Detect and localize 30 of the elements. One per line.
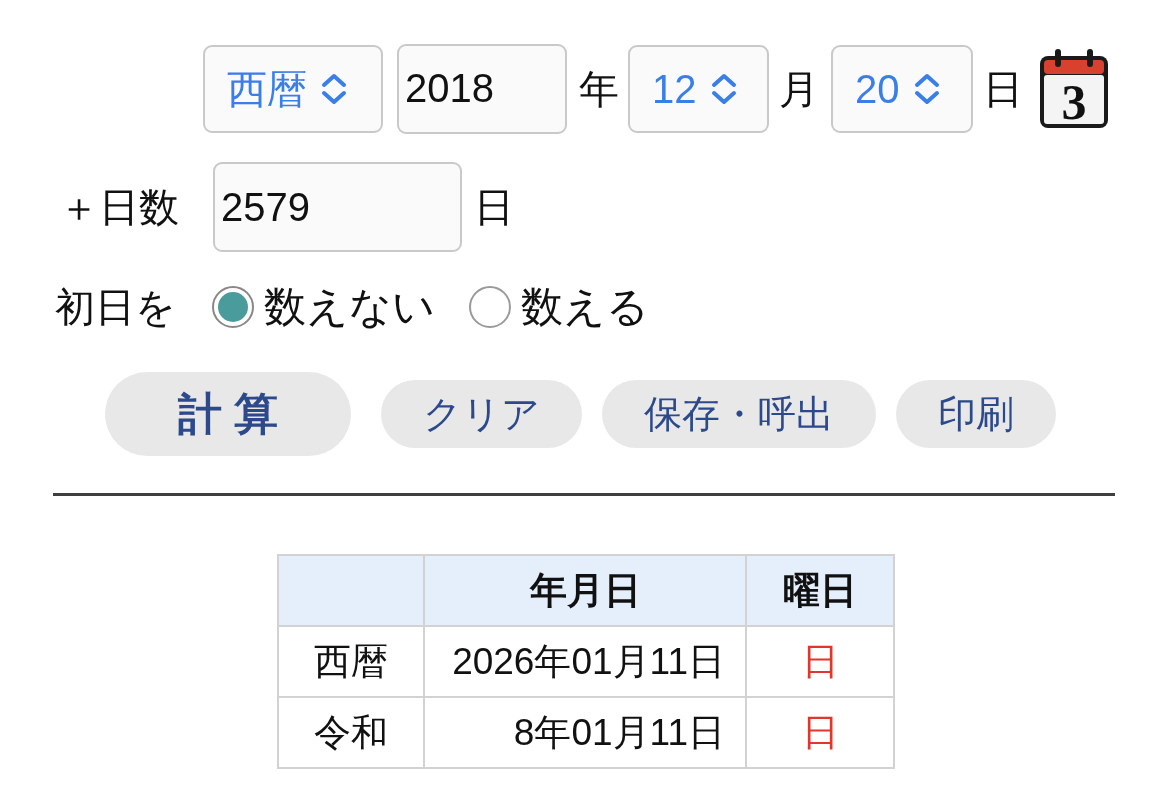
day-select[interactable]: 20	[831, 44, 973, 133]
column-header: 年月日	[424, 555, 746, 626]
year-unit-label: 年	[579, 68, 619, 109]
month-select[interactable]: 12	[628, 44, 769, 133]
weekday-cell: 日	[746, 626, 894, 697]
action-button[interactable]: 保存・呼出	[602, 380, 877, 448]
radio-button[interactable]	[469, 286, 511, 328]
chevron-icon	[321, 72, 347, 105]
chevron-icon	[913, 72, 940, 105]
era-cell: 令和	[278, 697, 424, 768]
days-unit-label: 日	[474, 187, 514, 227]
days-input[interactable]: 2579	[213, 162, 462, 252]
days-label: ＋日数	[59, 187, 179, 227]
radio-label[interactable]: 数えない	[264, 286, 435, 328]
day-unit-label: 日	[983, 68, 1023, 109]
column-header: 曜日	[746, 555, 894, 626]
calculate-button[interactable]: 計 算	[105, 372, 352, 456]
action-button[interactable]: 印刷	[896, 380, 1057, 448]
radio-button[interactable]	[212, 286, 254, 328]
era-cell: 西暦	[278, 626, 424, 697]
action-button[interactable]: クリア	[381, 380, 583, 448]
radio-label[interactable]: 数える	[521, 286, 649, 328]
chevron-icon	[710, 72, 737, 105]
month-unit-label: 月	[779, 68, 819, 109]
year-input[interactable]: 2018	[397, 43, 567, 134]
first-day-label: 初日を	[55, 287, 176, 327]
weekday-cell: 日	[746, 697, 894, 768]
date-cell: 8年01月11日	[424, 697, 746, 768]
date-cell: 2026年01月11日	[424, 626, 746, 697]
era-select[interactable]: 西暦	[203, 44, 383, 133]
